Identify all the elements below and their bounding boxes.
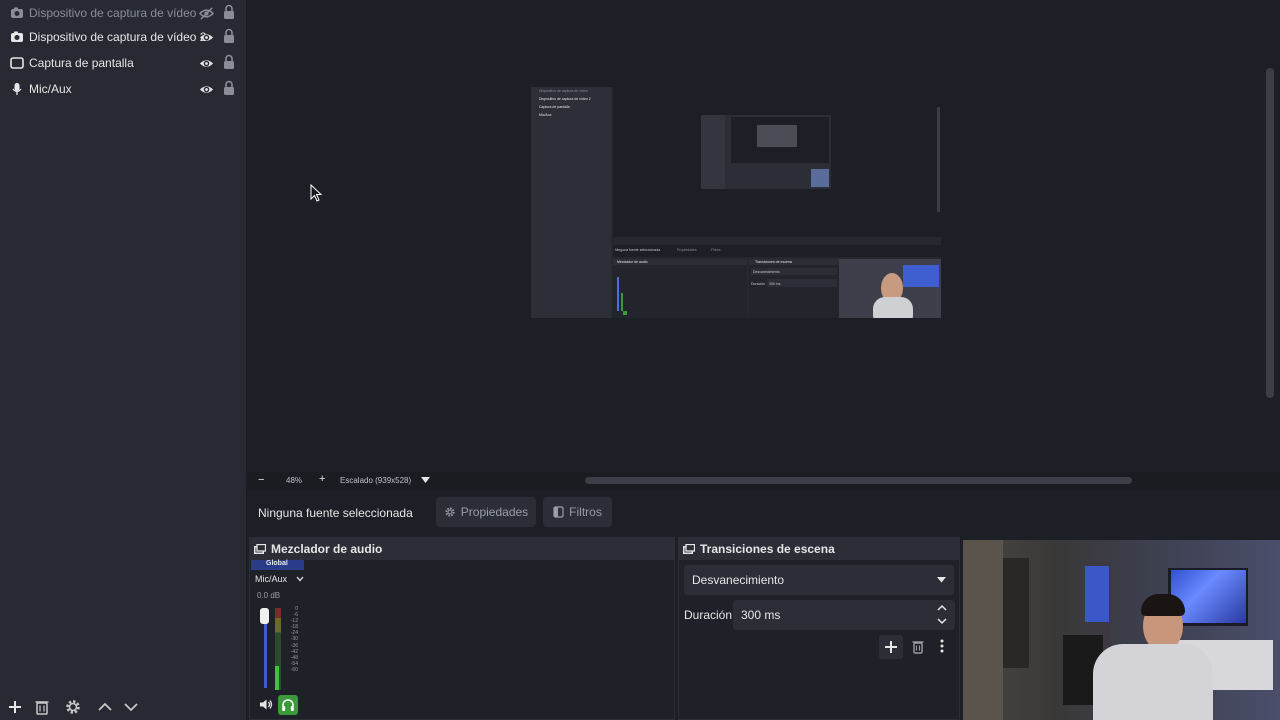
source-label: Dispositivo de captura de vídeo 2 bbox=[29, 30, 207, 44]
properties-button[interactable]: Propiedades bbox=[436, 497, 536, 527]
sources-toolbar bbox=[0, 694, 246, 720]
scene-transitions-title-bar[interactable]: Transiciones de escena bbox=[679, 538, 959, 560]
webcam-overlay bbox=[963, 540, 1280, 720]
sources-panel: Dispositivo de captura de vídeo Disposit… bbox=[0, 0, 247, 720]
eye-icon[interactable] bbox=[199, 56, 214, 71]
channel-name: Mic/Aux bbox=[255, 574, 288, 584]
add-icon bbox=[885, 641, 897, 653]
nested-deeper-preview bbox=[701, 115, 831, 189]
speaker-icon[interactable] bbox=[259, 698, 273, 711]
nested-duration-value: 300 ms bbox=[769, 282, 781, 286]
nested-no-source: Ninguna fuente seleccionada bbox=[615, 248, 661, 252]
nested-filters: Filtros bbox=[711, 248, 721, 252]
monitor-icon bbox=[10, 57, 24, 69]
camera-icon bbox=[11, 31, 23, 42]
no-source-selected-label: Ninguna fuente seleccionada bbox=[258, 506, 413, 520]
nested-source-label: Dispositivo de captura de vídeo 2 bbox=[539, 97, 591, 101]
headphones-icon bbox=[282, 699, 294, 711]
nested-trans-title: Transiciones de escena bbox=[755, 260, 792, 264]
duration-value: 300 ms bbox=[741, 608, 781, 622]
gear-icon[interactable] bbox=[64, 698, 82, 716]
chevron-down-icon[interactable] bbox=[421, 477, 430, 484]
eye-icon[interactable] bbox=[199, 82, 214, 97]
nested-transitions: Transiciones de escena Desvanecimiento D… bbox=[749, 259, 839, 318]
nested-obs-preview: Dispositivo de captura de vídeo Disposit… bbox=[531, 87, 941, 318]
nested-trans-selected: Desvanecimiento bbox=[753, 270, 780, 274]
scale-mode-label[interactable]: Escalado (939x528) bbox=[340, 476, 411, 485]
filters-label: Filtros bbox=[569, 505, 602, 519]
preview-horizontal-scrollbar[interactable] bbox=[585, 477, 1132, 484]
spin-up-icon[interactable] bbox=[937, 604, 947, 611]
dock-float-icon[interactable] bbox=[254, 544, 266, 554]
lock-icon[interactable] bbox=[223, 28, 235, 44]
eye-icon[interactable] bbox=[199, 30, 214, 45]
mixer-channel-tab[interactable]: Global bbox=[251, 560, 304, 570]
lock-icon[interactable] bbox=[223, 4, 235, 20]
meter-scale: 0 -6 -12 -18 -24 -30 -36 -42 -48 -54 -60 bbox=[290, 606, 298, 673]
audio-meter-right bbox=[279, 608, 281, 690]
add-transition-button[interactable] bbox=[879, 635, 903, 659]
source-label: Mic/Aux bbox=[29, 82, 72, 96]
microphone-icon bbox=[12, 83, 22, 95]
nested-mixer: Mezclador de audio bbox=[613, 259, 747, 318]
preview-vertical-scrollbar[interactable] bbox=[1266, 68, 1274, 398]
monitor-toggle[interactable] bbox=[278, 695, 298, 715]
nested-source-label: Dispositivo de captura de vídeo bbox=[539, 89, 588, 93]
nested-sources-panel: Dispositivo de captura de vídeo Disposit… bbox=[531, 87, 611, 318]
add-icon[interactable] bbox=[6, 698, 24, 716]
arrow-down-icon[interactable] bbox=[122, 698, 140, 716]
duration-spinbox[interactable]: 300 ms bbox=[733, 600, 955, 630]
source-item-screen-capture[interactable]: Captura de pantalla bbox=[0, 50, 246, 76]
zoom-in-button[interactable]: + bbox=[319, 473, 325, 485]
chevron-down-icon[interactable] bbox=[296, 576, 304, 582]
gear-icon bbox=[445, 507, 455, 517]
source-label: Captura de pantalla bbox=[29, 56, 134, 70]
properties-label: Propiedades bbox=[460, 505, 529, 519]
eye-hidden-icon[interactable] bbox=[199, 6, 214, 21]
camera-icon bbox=[11, 7, 23, 18]
context-bar: Ninguna fuente seleccionada bbox=[247, 492, 1280, 534]
nested-source-label: Captura de pantalla bbox=[539, 105, 570, 109]
trash-icon[interactable] bbox=[911, 639, 925, 654]
filters-button[interactable]: Filtros bbox=[543, 497, 612, 527]
more-options-icon[interactable] bbox=[940, 639, 944, 653]
mouse-cursor-icon bbox=[310, 184, 322, 202]
spin-down-icon[interactable] bbox=[937, 618, 947, 625]
transition-selected-value: Desvanecimiento bbox=[692, 573, 785, 587]
transition-select[interactable]: Desvanecimiento bbox=[684, 565, 954, 595]
scene-transitions-dock: Transiciones de escena Desvanecimiento D… bbox=[678, 537, 960, 720]
nested-source-label: Mic/Aux bbox=[539, 113, 552, 117]
volume-slider-handle[interactable] bbox=[260, 608, 269, 624]
scene-transitions-title: Transiciones de escena bbox=[700, 542, 835, 556]
dock-float-icon[interactable] bbox=[683, 544, 695, 554]
nested-duration-label: Duración bbox=[751, 282, 766, 286]
lock-icon[interactable] bbox=[223, 80, 235, 96]
chevron-down-icon bbox=[937, 577, 946, 583]
nested-properties: Propiedades bbox=[677, 248, 697, 252]
arrow-up-icon[interactable] bbox=[96, 698, 114, 716]
zoom-out-button[interactable]: − bbox=[258, 474, 264, 486]
nested-webcam bbox=[839, 259, 941, 318]
audio-mixer-title: Mezclador de audio bbox=[271, 542, 383, 556]
source-item-mic-aux[interactable]: Mic/Aux bbox=[0, 76, 246, 102]
filter-icon bbox=[553, 506, 564, 518]
source-item-video-capture[interactable]: Dispositivo de captura de vídeo bbox=[0, 0, 246, 26]
audio-mixer-dock: Mezclador de audio Global Mic/Aux 0.0 dB… bbox=[249, 537, 675, 720]
duration-label: Duración bbox=[684, 608, 733, 622]
nested-mixer-title: Mezclador de audio bbox=[617, 260, 648, 264]
lock-icon[interactable] bbox=[223, 54, 235, 70]
trash-icon[interactable] bbox=[33, 698, 51, 716]
source-item-video-capture-2[interactable]: Dispositivo de captura de vídeo 2 bbox=[0, 24, 246, 50]
nested-context-bar: Ninguna fuente seleccionada Propiedades … bbox=[613, 245, 941, 257]
channel-level: 0.0 dB bbox=[257, 591, 281, 600]
audio-mixer-title-bar[interactable]: Mezclador de audio bbox=[250, 538, 674, 560]
channel-tab-label: Global bbox=[266, 560, 288, 567]
source-label: Dispositivo de captura de vídeo bbox=[29, 6, 197, 20]
zoom-level: 48% bbox=[286, 476, 303, 485]
